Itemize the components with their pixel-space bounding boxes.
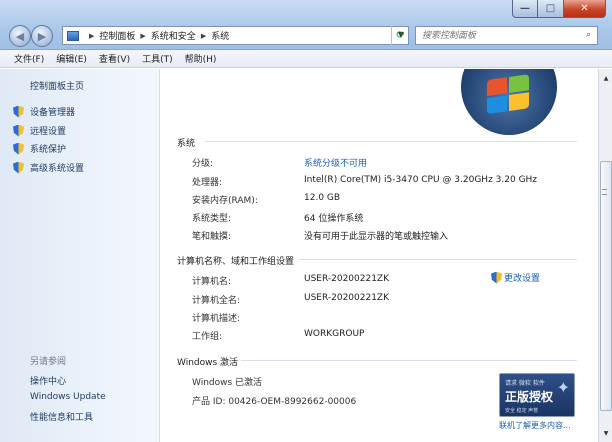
shield-icon xyxy=(13,161,24,174)
computer-full-name-label: 计算机全名: xyxy=(192,296,241,306)
refresh-button[interactable]: ⟳ xyxy=(391,26,409,45)
section-divider xyxy=(205,141,577,142)
genuine-badge: 请求 微软 软件 正版授权 安全 稳定 声誉 ✦ xyxy=(499,373,575,417)
window-controls: — □ ✕ xyxy=(512,0,606,18)
change-settings-link[interactable]: 更改设置 xyxy=(491,271,540,284)
menu-bar: 文件(F) 编辑(E) 查看(V) 工具(T) 帮助(H) xyxy=(0,50,612,68)
arrow-left-icon: ◀ xyxy=(15,29,25,43)
computer-description-label: 计算机描述: xyxy=(192,314,241,324)
arrow-right-icon: ▶ xyxy=(37,29,47,43)
ram-label: 安装内存(RAM): xyxy=(192,196,258,206)
left-nav-pane: 控制面板主页 设备管理器 远程设置 系统保护 高级系统设置 另请参阅 操作中心 … xyxy=(0,69,160,442)
change-settings-label: 更改设置 xyxy=(504,274,541,284)
chevron-right-icon[interactable]: ▶ xyxy=(89,32,94,40)
shield-icon xyxy=(13,124,24,137)
processor-label: 处理器: xyxy=(192,178,223,188)
windows-flag-icon xyxy=(487,74,531,116)
rating-label: 分级: xyxy=(192,159,214,169)
section-divider xyxy=(241,360,577,361)
sidebar-item-remote-settings[interactable]: 远程设置 xyxy=(13,124,66,137)
sidebar-item-device-manager[interactable]: 设备管理器 xyxy=(13,105,75,118)
chevron-right-icon[interactable]: ▶ xyxy=(201,32,206,40)
control-panel-home-link[interactable]: 控制面板主页 xyxy=(30,79,84,92)
search-input[interactable] xyxy=(416,27,566,44)
menu-tools[interactable]: 工具(T) xyxy=(142,52,173,65)
breadcrumb-control-panel[interactable]: 控制面板 xyxy=(99,29,135,42)
menu-help[interactable]: 帮助(H) xyxy=(185,52,217,65)
system-type-label: 系统类型: xyxy=(192,214,232,224)
sidebar-item-label: 系统保护 xyxy=(30,145,67,155)
minimize-button[interactable]: — xyxy=(512,0,538,18)
workgroup-label: 工作组: xyxy=(192,332,223,342)
product-id: 产品 ID: 00426-OEM-8992662-00006 xyxy=(192,397,357,407)
genuine-badge-top: 请求 微软 软件 xyxy=(505,380,545,387)
windows-update-link[interactable]: Windows Update xyxy=(30,392,106,402)
breadcrumb-system[interactable]: 系统 xyxy=(211,29,229,42)
search-box[interactable]: ⌕ xyxy=(415,26,598,45)
control-panel-icon xyxy=(67,30,79,41)
see-also-heading: 另请参阅 xyxy=(30,357,67,367)
shield-icon xyxy=(13,105,24,118)
scroll-up-icon[interactable]: ▲ xyxy=(600,71,612,85)
activation-status: Windows 已激活 xyxy=(192,378,263,388)
sidebar-item-system-protection[interactable]: 系统保护 xyxy=(13,142,66,155)
menu-edit[interactable]: 编辑(E) xyxy=(56,52,87,65)
menu-file[interactable]: 文件(F) xyxy=(14,52,44,65)
vertical-scrollbar[interactable]: ▲ ▼ xyxy=(598,69,612,442)
section-divider xyxy=(299,259,577,260)
refresh-icon: ⟳ xyxy=(396,30,405,41)
sidebar-item-advanced-settings[interactable]: 高级系统设置 xyxy=(13,161,84,174)
performance-info-link[interactable]: 性能信息和工具 xyxy=(30,410,93,423)
section-title-system: 系统 xyxy=(177,139,196,149)
star-icon: ✦ xyxy=(556,378,570,397)
shield-icon xyxy=(491,271,502,284)
section-title-computer-name: 计算机名称、域和工作组设置 xyxy=(177,257,295,267)
sidebar-item-label: 高级系统设置 xyxy=(30,164,85,174)
scroll-thumb[interactable] xyxy=(600,161,612,411)
pen-touch-label: 笔和触摸: xyxy=(192,232,232,242)
address-bar[interactable]: ▶ 控制面板 ▶ 系统和安全 ▶ 系统 ▼ xyxy=(62,26,409,45)
shield-icon xyxy=(13,142,24,155)
rating-value-link[interactable]: 系统分级不可用 xyxy=(304,156,367,169)
pen-touch-value: 没有可用于此显示器的笔或触控输入 xyxy=(304,232,449,242)
computer-name-label: 计算机名: xyxy=(192,277,232,287)
breadcrumb-system-security[interactable]: 系统和安全 xyxy=(151,29,196,42)
genuine-badge-main: 正版授权 xyxy=(505,390,554,404)
genuine-badge-bottom: 安全 稳定 声誉 xyxy=(505,408,539,414)
action-center-link[interactable]: 操作中心 xyxy=(30,374,66,387)
section-title-activation: Windows 激活 xyxy=(177,358,239,368)
sidebar-item-label: 设备管理器 xyxy=(30,108,76,118)
windows-logo xyxy=(461,69,557,135)
menu-view[interactable]: 查看(V) xyxy=(99,52,130,65)
computer-full-name-value: USER-20200221ZK xyxy=(304,293,389,303)
scroll-down-icon[interactable]: ▼ xyxy=(600,426,612,440)
grip-icon xyxy=(602,189,607,195)
maximize-button[interactable]: □ xyxy=(538,0,564,18)
computer-name-value: USER-20200221ZK xyxy=(304,274,389,284)
chevron-right-icon[interactable]: ▶ xyxy=(140,32,145,40)
ram-value: 12.0 GB xyxy=(304,193,341,203)
workgroup-value: WORKGROUP xyxy=(304,329,365,339)
learn-more-link[interactable]: 联机了解更多内容... xyxy=(499,420,571,431)
processor-value: Intel(R) Core(TM) i5-3470 CPU @ 3.20GHz … xyxy=(304,175,538,185)
close-button[interactable]: ✕ xyxy=(564,0,606,18)
title-bar: — □ ✕ ◀ ▶ ▶ 控制面板 ▶ 系统和安全 ▶ 系统 ▼ ⟳ ⌕ xyxy=(0,0,612,50)
system-type-value: 64 位操作系统 xyxy=(304,214,364,224)
forward-button[interactable]: ▶ xyxy=(31,25,53,47)
main-content: 系统 分级: 系统分级不可用 处理器: Intel(R) Core(TM) i5… xyxy=(161,69,598,442)
back-button[interactable]: ◀ xyxy=(9,25,31,47)
search-icon[interactable]: ⌕ xyxy=(586,30,591,40)
sidebar-item-label: 远程设置 xyxy=(30,127,67,137)
